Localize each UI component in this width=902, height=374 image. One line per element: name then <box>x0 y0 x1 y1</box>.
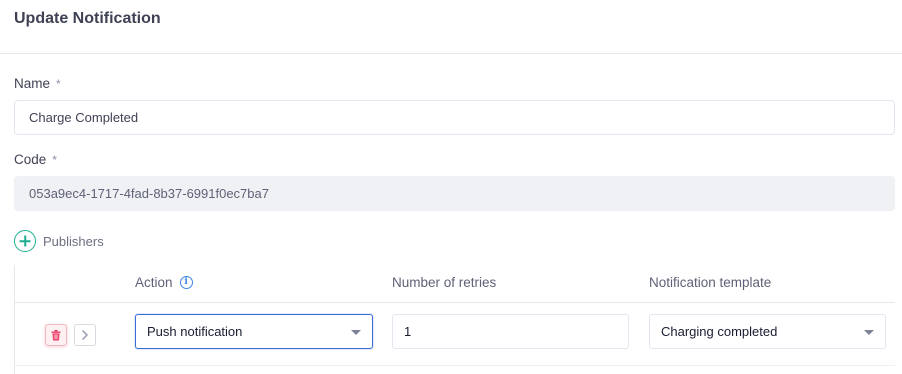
action-select-value: Push notification <box>147 324 243 339</box>
name-label: Name * <box>14 76 61 91</box>
row-divider <box>15 365 895 366</box>
column-action-label: Action <box>135 275 173 290</box>
trash-icon <box>51 329 61 340</box>
info-icon[interactable]: i <box>179 276 193 289</box>
name-input-value: Charge Completed <box>29 110 139 125</box>
retries-input[interactable]: 1 <box>392 314 629 349</box>
publishers-table: Action i Number of retries Notification … <box>14 265 895 374</box>
table-header: Action i Number of retries Notification … <box>15 265 895 303</box>
publishers-label: Publishers <box>43 233 104 249</box>
code-label-text: Code <box>14 152 47 167</box>
plus-circle-icon[interactable] <box>14 230 36 252</box>
template-select-value: Charging completed <box>661 324 778 339</box>
code-label: Code * <box>14 152 57 167</box>
code-field-value: 053a9ec4-1717-4fad-8b37-6991f0ec7ba7 <box>29 186 269 201</box>
name-label-text: Name <box>14 76 51 91</box>
required-mark: * <box>52 153 57 167</box>
add-publisher-button[interactable]: Publishers <box>14 230 104 252</box>
column-template: Notification template <box>649 275 771 290</box>
expand-row-button[interactable] <box>74 324 96 346</box>
column-retries-label: Number of retries <box>392 275 497 290</box>
delete-row-button[interactable] <box>45 324 67 346</box>
name-input[interactable]: Charge Completed <box>14 100 895 135</box>
code-field: 053a9ec4-1717-4fad-8b37-6991f0ec7ba7 <box>14 176 895 211</box>
required-mark: * <box>56 77 61 91</box>
column-action: Action i <box>135 275 193 290</box>
action-select[interactable]: Push notification <box>135 314 373 349</box>
column-template-label: Notification template <box>649 275 772 290</box>
page-title: Update Notification <box>14 10 161 27</box>
chevron-right-icon <box>82 330 88 340</box>
column-retries: Number of retries <box>392 275 496 290</box>
template-select[interactable]: Charging completed <box>649 314 886 349</box>
chevron-down-icon <box>351 330 361 335</box>
modal-header: Update Notification <box>0 0 902 54</box>
chevron-down-icon <box>864 330 874 335</box>
retries-input-value: 1 <box>404 324 412 339</box>
